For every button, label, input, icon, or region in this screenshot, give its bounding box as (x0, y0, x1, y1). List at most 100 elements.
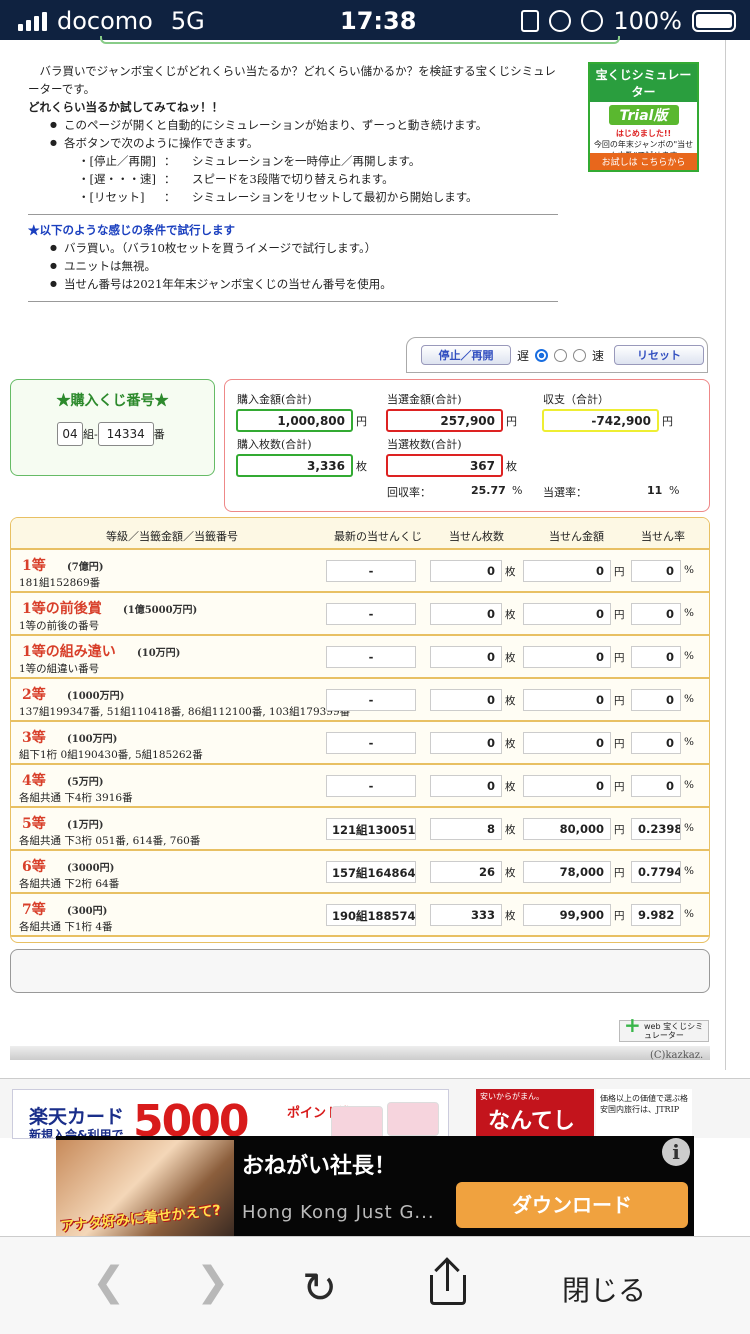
download-button[interactable]: ダウンロード (456, 1182, 688, 1228)
speed-medium-radio[interactable] (554, 348, 568, 362)
ticket-number: 14334 (97, 422, 154, 446)
return-rate-label: 回収率： (387, 486, 431, 499)
divider (28, 214, 558, 215)
game-ad-image: アナタ好みに着せかえて? (56, 1140, 234, 1236)
win-count-field: 26 (430, 861, 502, 883)
clock: 17:38 (340, 7, 417, 35)
reset-button[interactable]: リセット (614, 345, 705, 365)
mai-unit: 枚 (356, 460, 367, 473)
card-images (331, 1100, 441, 1138)
latest-win-field: - (326, 560, 416, 582)
percent-unit: % (684, 908, 694, 920)
prize-name: 1等の組み違い (22, 644, 116, 660)
mai-unit: 枚 (505, 609, 516, 621)
id-card-icon (521, 10, 540, 32)
latest-win-field: 190組188574番 (326, 904, 416, 926)
op-sep: ： (164, 190, 176, 204)
prize-name: 2等 (22, 687, 46, 703)
op-sep: ： (164, 172, 176, 186)
prize-name: 6等 (22, 859, 46, 875)
prize-name: 4等 (22, 773, 46, 789)
win-rate-field: 0 (631, 775, 681, 797)
reload-icon[interactable]: ↻ (302, 1263, 337, 1312)
prize-amount: (1000万円) (67, 691, 125, 702)
mai-unit: 枚 (505, 652, 516, 664)
win-amount-field: 0 (523, 603, 611, 625)
col-header-count: 当せん枚数 (449, 530, 504, 543)
app-banner-ad[interactable]: アナタ好みに着せかえて? おねがい社長！ Hong Kong Just G...… (56, 1136, 694, 1236)
yen-unit: 円 (614, 738, 625, 750)
close-button[interactable]: 閉じる (562, 1269, 646, 1309)
ad-subtitle: Hong Kong Just G... (242, 1202, 435, 1223)
footer-bar (10, 1046, 710, 1060)
win-rate-field: 9.982 (631, 904, 681, 926)
browser-toolbar: ❮ ❯ ↻ 閉じる (0, 1236, 750, 1334)
latest-win-field: - (326, 603, 416, 625)
latest-win-field: - (326, 689, 416, 711)
speed-slow-radio[interactable] (535, 348, 549, 362)
share-icon[interactable] (430, 1257, 466, 1305)
winning-numbers: 各組共通 下1桁 4番 (19, 921, 113, 933)
purchase-number-title: ★購入くじ番号★ (56, 393, 169, 409)
travel-ad-red[interactable]: 安いからがまん。 なんてしない。 (476, 1089, 594, 1166)
forward-icon[interactable]: ❯ (196, 1259, 230, 1305)
win-rate-field: 0 (631, 646, 681, 668)
winning-numbers: 137組199347番, 51組110418番, 86組112100番, 103… (19, 706, 351, 718)
back-icon[interactable]: ❮ (92, 1259, 126, 1305)
winning-numbers: 各組共通 下3桁 051番, 614番, 760番 (19, 835, 201, 847)
prize-name: 1等 (22, 558, 46, 574)
alarm-icon (581, 10, 604, 32)
battery-percent: 100% (613, 7, 682, 35)
op-desc: スピードを3段階で切り替えられます。 (192, 172, 394, 186)
speed-fast-label: 速 (592, 348, 605, 363)
yen-unit: 円 (614, 695, 625, 707)
winning-numbers: 各組共通 下2桁 64番 (19, 878, 120, 890)
mai-unit: 枚 (505, 781, 516, 793)
col-header-latest: 最新の当せんくじ (334, 530, 422, 543)
win-amount-field: 0 (523, 646, 611, 668)
winning-numbers: 181組152869番 (19, 577, 101, 589)
intro-tagline: どれくらい当るか試してみてねッ！！ (28, 100, 224, 114)
promo-title: 宝くじシミュレーター (590, 64, 697, 102)
table-row: 6等 (3000円) 各組共通 下2桁 64番 157組164864番 26枚 78,00… (11, 851, 709, 894)
top-box-edge (100, 36, 620, 44)
speed-fast-radio[interactable] (573, 348, 587, 362)
prize-name: 3等 (22, 730, 46, 746)
summary-box: 購入金額(合計) 1,000,800 円 当選金額(合計) 257,900 円 … (224, 379, 710, 512)
copyright: (C)kazkaz. (650, 1050, 704, 1061)
rakuten-title: 楽天カード (29, 1106, 125, 1128)
percent-unit: % (669, 484, 680, 497)
win-rate-field: 0.7794 (631, 861, 681, 883)
travel-ad-text[interactable]: 価格以上の価値で選ぶ格安国内旅行は、JTRIP (596, 1089, 692, 1139)
win-count-field: 0 (430, 603, 502, 625)
prize-name: 7等 (22, 902, 46, 918)
percent-unit: % (684, 822, 694, 834)
table-row: 2等 (1000万円) 137組199347番, 51組110418番, 86組11… (11, 679, 709, 722)
pause-resume-button[interactable]: 停止／再開 (421, 345, 511, 365)
win-count-field: 0 (430, 646, 502, 668)
op-key: ・[リセット] (78, 190, 145, 204)
web-simulator-logo[interactable]: web 宝くじシミュレーター (619, 1020, 709, 1042)
hit-rate-label: 当選率： (543, 486, 587, 499)
carrier-name: docomo (57, 7, 153, 35)
buy-count-value: 3,336 (236, 454, 353, 477)
info-icon[interactable]: i (662, 1138, 690, 1166)
balance-label: 収支（合計） (543, 393, 609, 406)
percent-unit: % (684, 779, 694, 791)
win-count-field: 0 (430, 775, 502, 797)
table-row: 3等 (100万円) 組下1桁 0組190430番, 5組185262番 -0 枚 0 円 0… (11, 722, 709, 765)
rakuten-card-ad[interactable]: 楽天カード 新規入会&利用で 5000 ポイント進呈 (12, 1089, 449, 1139)
intro-bullet: このページが開くと自動的にシミュレーションが始まり、ずーっと動き続けます。 (50, 116, 558, 134)
yen-unit: 円 (614, 824, 625, 836)
trial-promo-banner[interactable]: 宝くじシミュレーター Trial版 はじめました!! 今回の年末ジャンボの"当せ… (588, 62, 699, 172)
ad-image-text: アナタ好みに着せかえて? (59, 1202, 222, 1236)
win-count-field: 0 (430, 732, 502, 754)
condition-item: ユニットは無視。 (50, 257, 558, 275)
win-amount-field: 80,000 (523, 818, 611, 840)
prize-amount: (5万円) (67, 777, 104, 788)
table-row: 4等 (5万円) 各組共通 下4桁 3916番 -0 枚 0 円 0% (11, 765, 709, 808)
message-box (10, 949, 710, 993)
yen-unit: 円 (614, 910, 625, 922)
prize-amount: (1万円) (67, 820, 104, 831)
percent-unit: % (512, 484, 523, 497)
